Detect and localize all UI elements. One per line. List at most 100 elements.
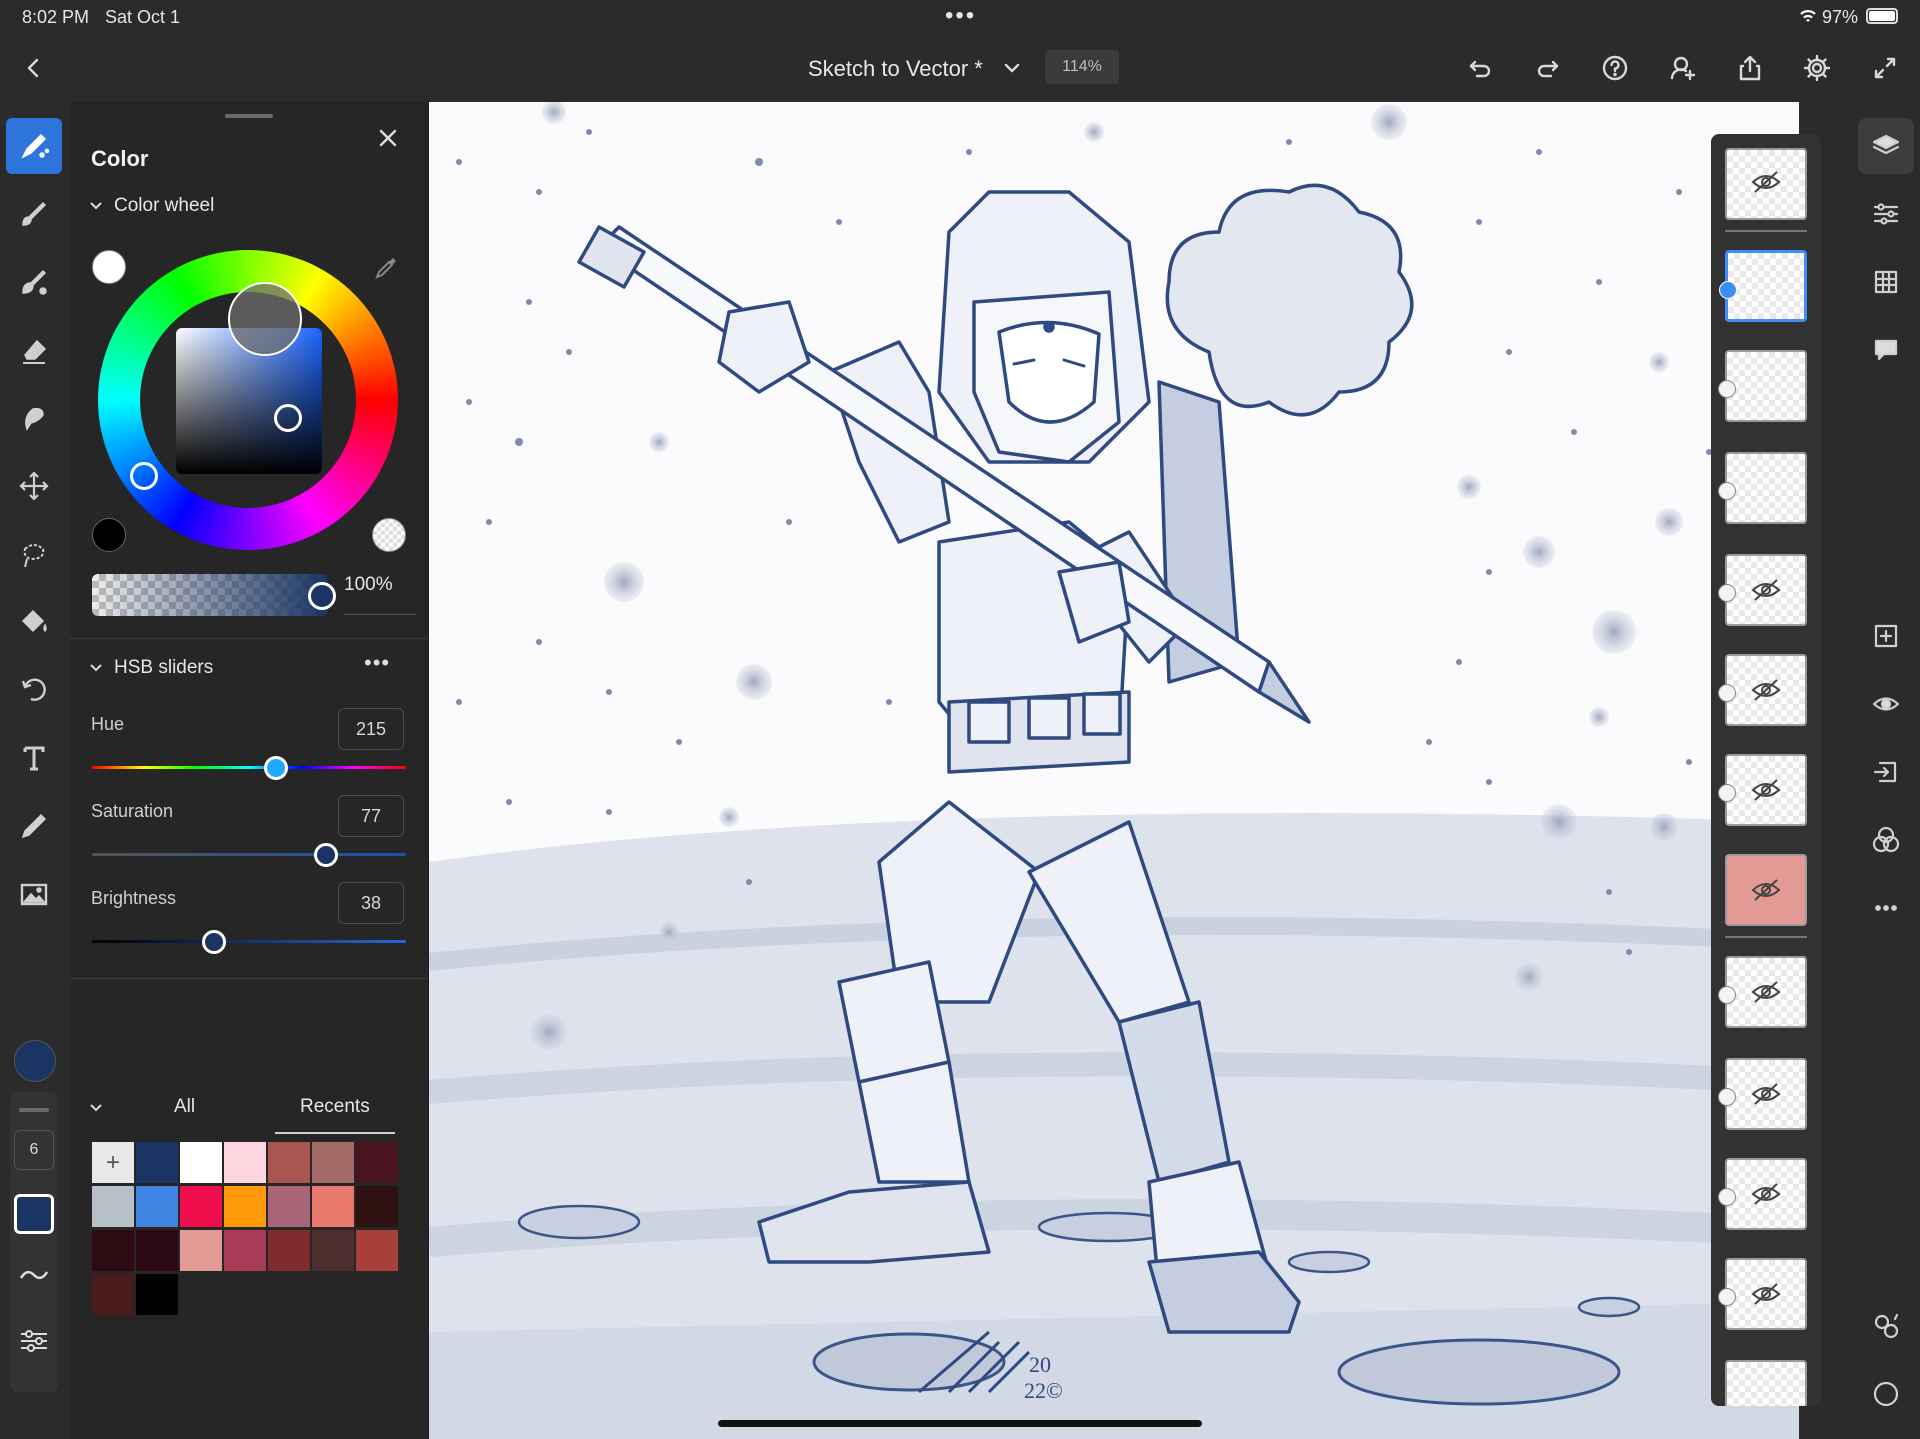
close-icon[interactable] bbox=[370, 120, 406, 156]
color-swatch[interactable] bbox=[356, 1230, 398, 1271]
transparent-swatch[interactable] bbox=[372, 518, 406, 552]
back-arrow-icon[interactable] bbox=[12, 46, 56, 90]
opacity-value[interactable]: 100% bbox=[344, 574, 393, 596]
color-swatch[interactable] bbox=[356, 1186, 398, 1227]
color-swatch[interactable] bbox=[312, 1142, 354, 1183]
color-swatch[interactable] bbox=[92, 1186, 134, 1227]
layer-thumbnail[interactable] bbox=[1725, 148, 1807, 220]
chevron-down-icon[interactable] bbox=[86, 1097, 106, 1117]
redo-icon[interactable] bbox=[1526, 46, 1570, 90]
color-swatch[interactable] bbox=[136, 1274, 178, 1315]
layer-drag-handle[interactable] bbox=[1718, 482, 1736, 500]
layer-drag-handle[interactable] bbox=[1718, 1188, 1736, 1206]
layer-thumbnail[interactable] bbox=[1718, 452, 1807, 524]
brush-size-value[interactable]: 6 bbox=[14, 1130, 54, 1170]
drawing-canvas[interactable]: 20 22© bbox=[429, 102, 1799, 1439]
color-swatch[interactable] bbox=[224, 1230, 266, 1271]
layer-thumbnail[interactable] bbox=[1718, 654, 1807, 726]
color-swatch[interactable] bbox=[180, 1142, 222, 1183]
hidden-eye-icon[interactable] bbox=[1751, 778, 1781, 807]
vector-brush-tool-icon[interactable] bbox=[6, 118, 62, 174]
panel-drag-handle[interactable] bbox=[225, 114, 273, 118]
adjustments-icon[interactable] bbox=[1858, 186, 1914, 242]
opacity-slider[interactable] bbox=[92, 574, 328, 616]
hidden-eye-icon[interactable] bbox=[1751, 980, 1781, 1009]
share-icon[interactable] bbox=[1728, 46, 1772, 90]
lasso-tool-icon[interactable] bbox=[6, 526, 62, 582]
white-swatch[interactable] bbox=[92, 250, 126, 284]
layer-thumbnail[interactable] bbox=[1718, 1158, 1807, 1230]
color-swatch[interactable] bbox=[180, 1186, 222, 1227]
hidden-eye-icon[interactable] bbox=[1751, 170, 1781, 199]
tab-all[interactable]: All bbox=[174, 1096, 195, 1118]
layer-thumbnail[interactable] bbox=[1718, 350, 1807, 422]
color-swatch[interactable] bbox=[180, 1230, 222, 1271]
color-swatch[interactable] bbox=[268, 1142, 310, 1183]
color-swatch[interactable] bbox=[268, 1230, 310, 1271]
grid-icon[interactable] bbox=[1858, 254, 1914, 310]
mixer-brush-tool-icon[interactable] bbox=[6, 254, 62, 310]
brush-size-grip[interactable] bbox=[19, 1108, 49, 1112]
multitasking-dots[interactable]: ••• bbox=[945, 2, 976, 30]
more-icon[interactable] bbox=[1858, 880, 1914, 936]
sb-picker-knob[interactable] bbox=[274, 404, 302, 432]
hue-slider-knob[interactable] bbox=[264, 756, 288, 780]
layers-icon[interactable] bbox=[1858, 118, 1914, 174]
layer-drag-handle[interactable] bbox=[1719, 281, 1737, 299]
brightness-value[interactable]: 38 bbox=[338, 882, 404, 924]
hue-slider-track[interactable] bbox=[92, 766, 406, 769]
layer-drag-handle[interactable] bbox=[1718, 1288, 1736, 1306]
hue-value[interactable]: 215 bbox=[338, 708, 404, 750]
invite-icon[interactable] bbox=[1661, 46, 1705, 90]
saturation-slider-track[interactable] bbox=[92, 853, 406, 856]
layer-drag-handle[interactable] bbox=[1718, 380, 1736, 398]
move-tool-icon[interactable] bbox=[6, 458, 62, 514]
hidden-eye-icon[interactable] bbox=[1751, 1282, 1781, 1311]
document-title[interactable]: Sketch to Vector * bbox=[808, 56, 983, 82]
image-tool-icon[interactable] bbox=[6, 866, 62, 922]
brush-color-swatch[interactable] bbox=[14, 1194, 54, 1234]
black-swatch[interactable] bbox=[92, 518, 126, 552]
eyedropper-tool-icon[interactable] bbox=[6, 798, 62, 854]
pixel-brush-tool-icon[interactable] bbox=[6, 186, 62, 242]
chevron-down-icon[interactable] bbox=[86, 195, 106, 215]
color-swatch[interactable] bbox=[92, 1230, 134, 1271]
color-swatch[interactable] bbox=[136, 1186, 178, 1227]
saturation-slider-knob[interactable] bbox=[314, 843, 338, 867]
layer-drag-handle[interactable] bbox=[1718, 684, 1736, 702]
layer-drag-handle[interactable] bbox=[1718, 1088, 1736, 1106]
touch-circle-icon[interactable] bbox=[1858, 1366, 1914, 1422]
smoothing-icon[interactable] bbox=[17, 1258, 51, 1297]
color-swatch[interactable] bbox=[224, 1186, 266, 1227]
home-indicator[interactable] bbox=[718, 1420, 1202, 1427]
color-swatch[interactable] bbox=[356, 1142, 398, 1183]
hidden-eye-icon[interactable] bbox=[1751, 578, 1781, 607]
color-swatch[interactable] bbox=[312, 1230, 354, 1271]
layer-thumbnail[interactable] bbox=[1718, 554, 1807, 626]
color-swatch[interactable] bbox=[136, 1230, 178, 1271]
brush-settings-icon[interactable] bbox=[17, 1324, 51, 1363]
color-swatch[interactable] bbox=[312, 1186, 354, 1227]
saturation-value[interactable]: 77 bbox=[338, 795, 404, 837]
layer-drag-handle[interactable] bbox=[1718, 584, 1736, 602]
layer-thumbnail[interactable] bbox=[1718, 956, 1807, 1028]
help-icon[interactable] bbox=[1593, 46, 1637, 90]
gear-icon[interactable] bbox=[1795, 46, 1839, 90]
eraser-tool-icon[interactable] bbox=[6, 322, 62, 378]
layer-thumbnail[interactable] bbox=[1718, 1258, 1807, 1330]
color-swatch[interactable] bbox=[224, 1142, 266, 1183]
layer-drag-handle[interactable] bbox=[1718, 784, 1736, 802]
more-icon[interactable]: ••• bbox=[364, 650, 390, 676]
hidden-eye-icon[interactable] bbox=[1751, 678, 1781, 707]
layer-thumbnail[interactable] bbox=[1718, 754, 1807, 826]
add-layer-icon[interactable] bbox=[1858, 608, 1914, 664]
chevron-down-icon[interactable] bbox=[990, 46, 1034, 90]
import-icon[interactable] bbox=[1858, 744, 1914, 800]
fill-tool-icon[interactable] bbox=[6, 594, 62, 650]
opacity-knob[interactable] bbox=[308, 582, 336, 610]
blend-icon[interactable] bbox=[1858, 812, 1914, 868]
layer-thumbnail[interactable] bbox=[1718, 1058, 1807, 1130]
layer-thumbnail[interactable] bbox=[1725, 854, 1807, 926]
color-swatch[interactable] bbox=[268, 1186, 310, 1227]
brightness-slider-knob[interactable] bbox=[202, 930, 226, 954]
